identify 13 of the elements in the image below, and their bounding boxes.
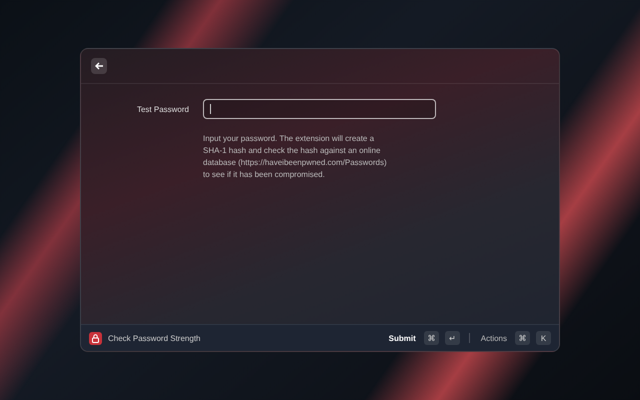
shortcut-key: ⌘: [515, 331, 530, 345]
command-title: Check Password Strength: [108, 334, 202, 342]
lock-icon: [89, 332, 102, 344]
shortcut-key: ⌘: [424, 331, 439, 345]
field-description: Input your password. The extension will create a SHA-1 hash and check the hash against an online database (https://haveibeenpwned.com/Passwords) to see if it has been compromised.: [203, 133, 387, 181]
action-button[interactable]: Submit: [386, 334, 418, 342]
action-button[interactable]: Actions: [478, 334, 509, 342]
field-label: Test Password: [136, 104, 189, 114]
shortcut-key: K: [536, 331, 551, 345]
password-field[interactable]: [203, 99, 436, 119]
shortcut-key: ↵: [444, 331, 460, 345]
back-button[interactable]: [91, 58, 107, 74]
back-arrow-icon: [94, 62, 104, 70]
